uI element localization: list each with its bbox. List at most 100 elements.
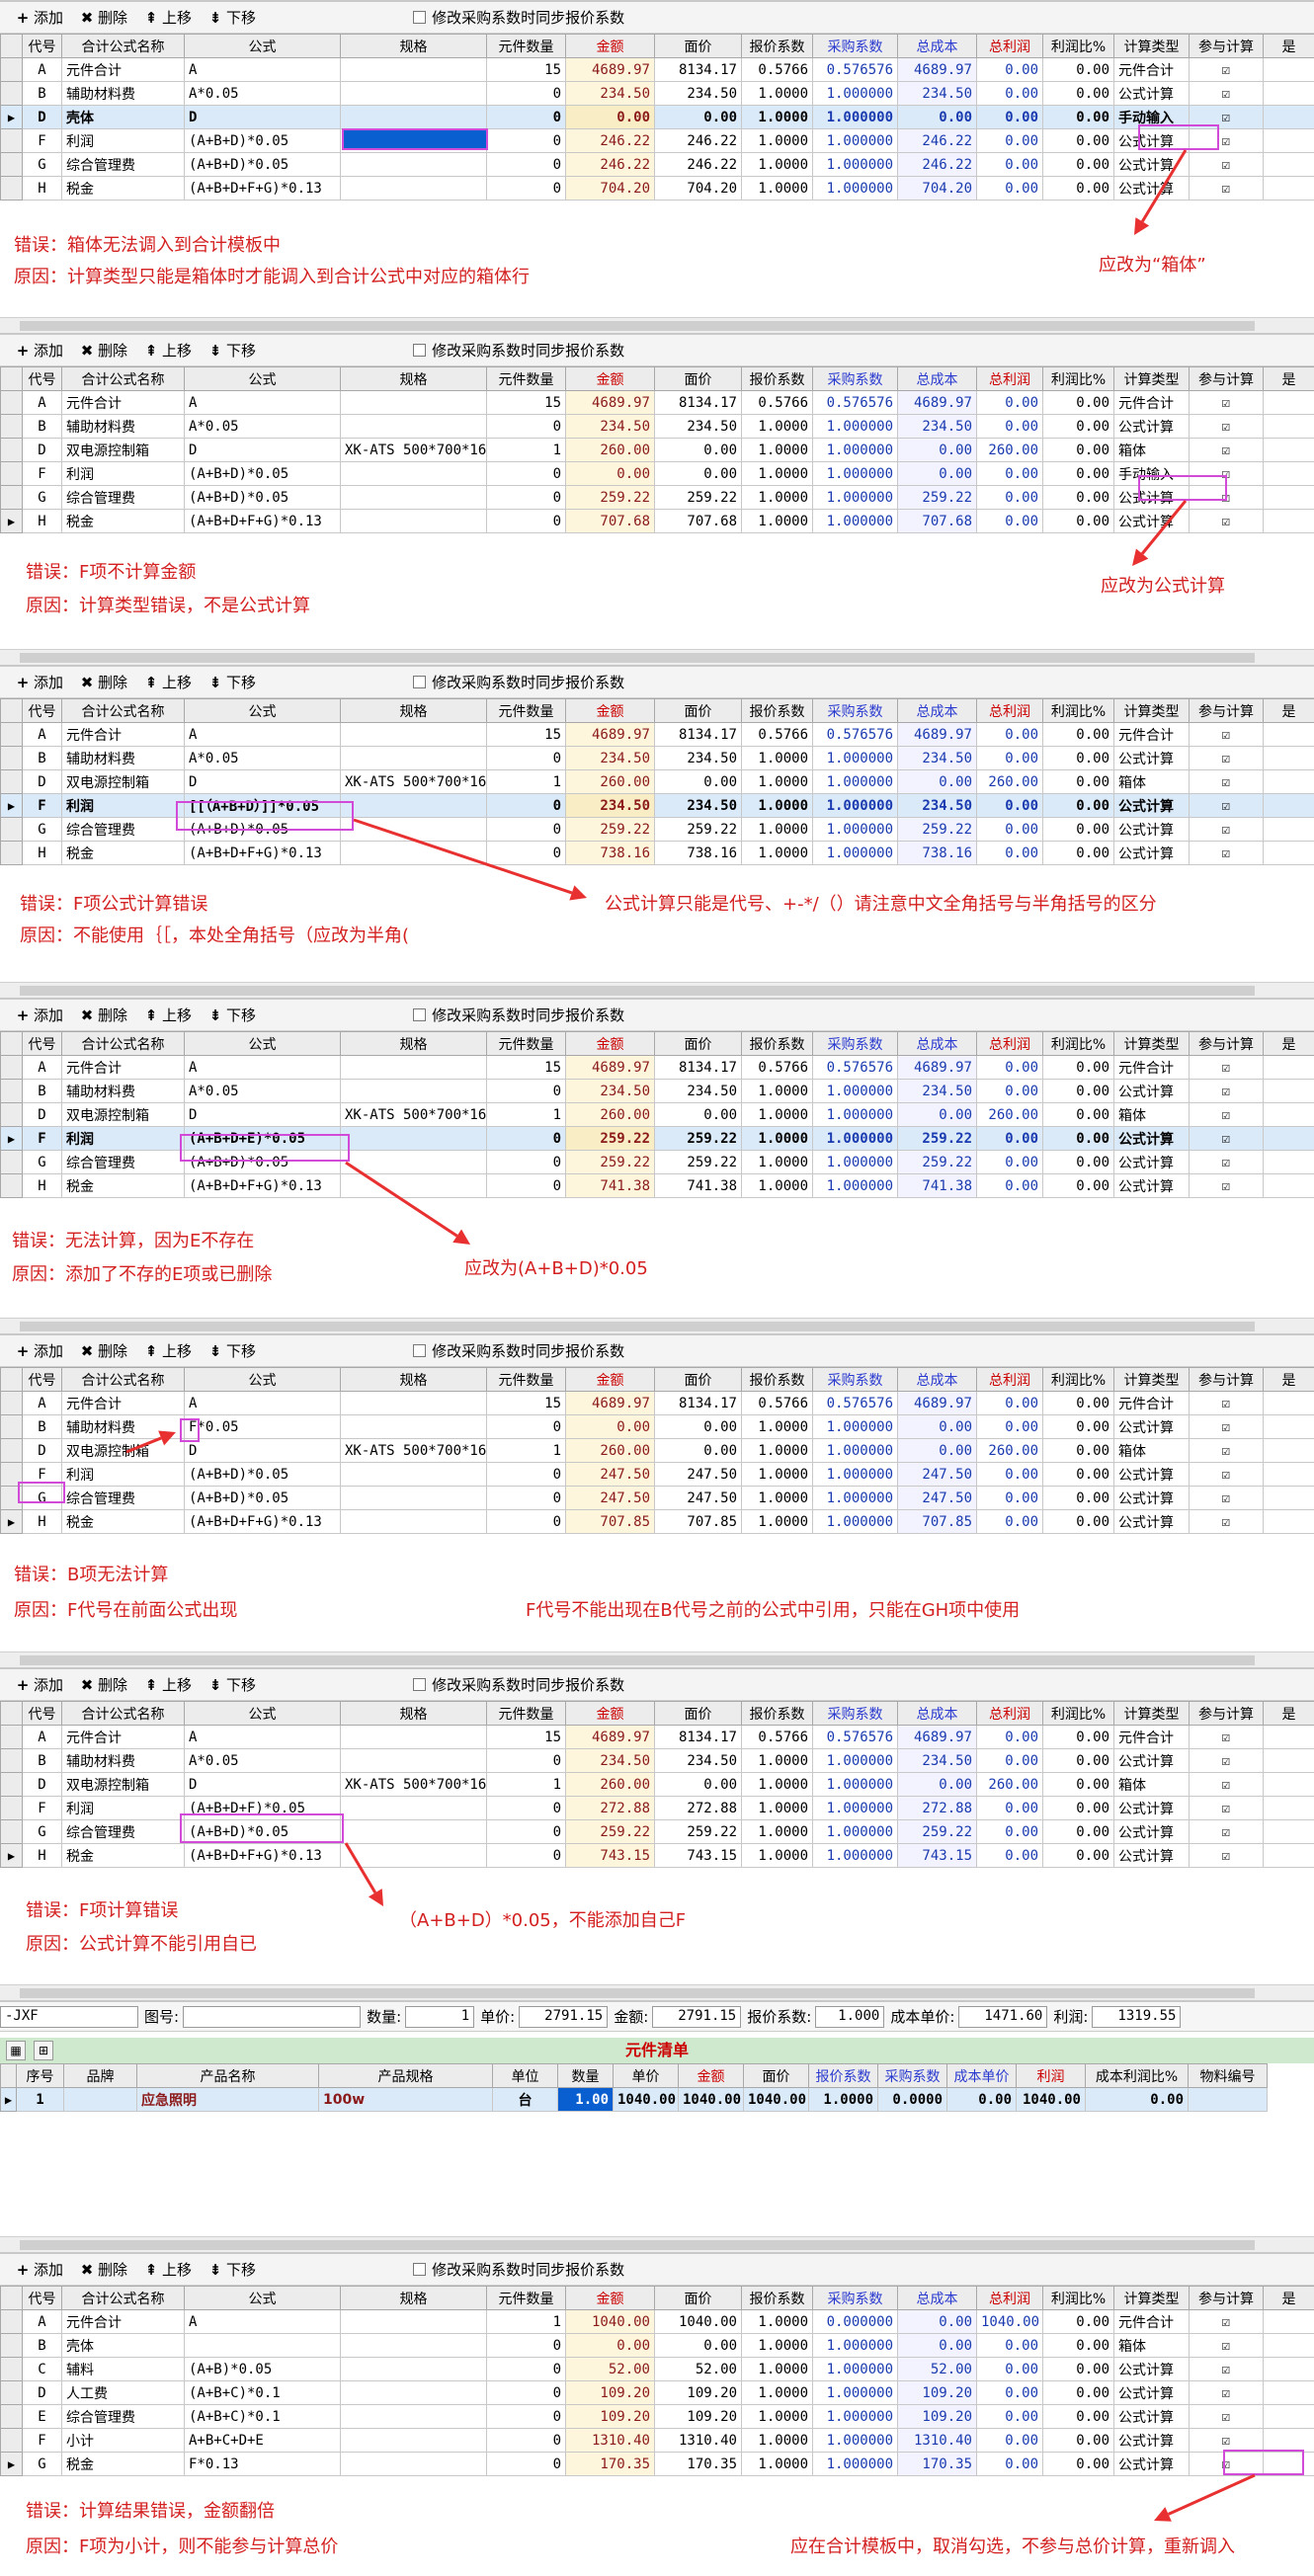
cell-qty[interactable]: 0 (486, 128, 566, 153)
cell-formula[interactable]: A (184, 1725, 341, 1749)
participate-cell[interactable]: ☑ (1189, 769, 1264, 794)
column-header[interactable]: 公式 (184, 1031, 341, 1056)
cell-name[interactable]: 元件合计 (61, 2309, 185, 2334)
column-header[interactable]: 总成本 (897, 698, 977, 723)
column-header[interactable]: 计算类型 (1113, 1701, 1190, 1726)
table-row[interactable]: D 双电源控制箱 D XK-ATS 500*700*160 1 260.00 0.00 1.0… (0, 1772, 1314, 1797)
table-row[interactable]: ▶ H 税金 (A+B+D+F+G)*0.13 0 743.15 743.15 1.0000 1… (0, 1843, 1314, 1868)
participate-cell[interactable]: ☑ (1189, 390, 1264, 415)
participate-cell[interactable]: ☑ (1189, 1796, 1264, 1820)
column-header[interactable]: 数量 (557, 2063, 614, 2088)
cell-qty[interactable]: 1 (486, 438, 566, 462)
table-row[interactable]: F 利润 (A+B+D)*0.05 0 0.00 0.00 1.0000 1.000000 0.… (0, 461, 1314, 486)
cell-formula[interactable]: A (184, 57, 341, 82)
grid-icon[interactable]: ▦ (6, 2041, 26, 2060)
cell-qty[interactable]: 15 (486, 1055, 566, 1080)
cell-qty[interactable]: 0 (486, 176, 566, 201)
cell-name[interactable]: 税金 (61, 176, 185, 201)
cell-formula[interactable]: A (184, 2309, 341, 2334)
cell-formula[interactable]: A*0.05 (184, 1079, 341, 1103)
cell-qty[interactable]: 0 (486, 1414, 566, 1439)
delete-button[interactable]: ✖ 删除 (72, 1338, 134, 1364)
horizontal-scrollbar[interactable] (0, 1318, 1314, 1333)
column-header[interactable]: 报价系数 (808, 2063, 878, 2088)
column-header[interactable]: 面价 (654, 2286, 742, 2310)
cell-name[interactable]: 利润 (61, 1796, 185, 1820)
cell-formula[interactable]: A (184, 1055, 341, 1080)
cell-qty[interactable]: 0 (486, 414, 566, 439)
cell-name[interactable]: 双电源控制箱 (61, 1772, 185, 1797)
cell-qty[interactable]: 0 (486, 461, 566, 486)
cell-qty[interactable]: 0 (486, 1486, 566, 1510)
table-row[interactable]: B 辅助材料费 A*0.05 0 234.50 234.50 1.0000 1.000000 2… (0, 746, 1314, 770)
cell-name[interactable]: 利润 (61, 1126, 185, 1151)
column-header[interactable]: 总成本 (897, 2286, 977, 2310)
column-header[interactable]: 参与计算 (1189, 366, 1264, 391)
cell-ctype[interactable]: 公式计算 (1113, 1748, 1190, 1773)
cell-name[interactable]: 辅助材料费 (61, 414, 185, 439)
participate-cell[interactable]: ☑ (1189, 1462, 1264, 1487)
cell-name[interactable]: 元件合计 (61, 1725, 185, 1749)
cell-quote[interactable]: 1.0000 (808, 2087, 878, 2112)
cell-formula[interactable]: (A+B+D+F+G)*0.13 (184, 1843, 341, 1868)
table-row[interactable]: D 双电源控制箱 D XK-ATS 500*700*160 1 260.00 0.00 1.0… (0, 438, 1314, 462)
cell-name[interactable]: 综合管理费 (61, 1150, 185, 1174)
scrollbar-thumb[interactable] (20, 1988, 1255, 1998)
column-header[interactable]: 公式 (184, 1701, 341, 1726)
cell-formula[interactable]: F*0.13 (184, 2452, 341, 2476)
column-header[interactable]: 计算类型 (1113, 698, 1190, 723)
move-up-button[interactable]: ⇞ 上移 (136, 670, 199, 695)
column-header[interactable]: 元件数量 (486, 1701, 566, 1726)
column-header[interactable]: 面价 (654, 698, 742, 723)
table-row[interactable]: A 元件合计 A 15 4689.97 8134.17 0.5766 0.576576 4689… (0, 722, 1314, 747)
column-header[interactable]: 总利润 (976, 366, 1043, 391)
scrollbar-thumb[interactable] (20, 1322, 1255, 1331)
cell-ctype[interactable]: 公式计算 (1113, 1079, 1190, 1103)
cell-ctype[interactable]: 公式计算 (1113, 1462, 1190, 1487)
column-header[interactable]: 利润比% (1042, 1031, 1114, 1056)
cell-qty[interactable]: 0 (486, 1819, 566, 1844)
delete-button[interactable]: ✖ 删除 (72, 338, 134, 363)
column-header[interactable]: 总成本 (897, 34, 977, 58)
horizontal-scrollbar[interactable] (0, 982, 1314, 998)
participate-cell[interactable]: ☑ (1189, 2333, 1264, 2358)
column-header[interactable]: 总利润 (976, 1367, 1043, 1392)
column-header[interactable]: 计算类型 (1113, 1031, 1190, 1056)
column-header[interactable]: 面价 (654, 34, 742, 58)
column-header[interactable]: 面价 (654, 1031, 742, 1056)
unit-price-field[interactable]: 2791.15 (519, 2005, 609, 2028)
delete-button[interactable]: ✖ 删除 (72, 5, 134, 31)
column-header[interactable]: 报价系数 (741, 1701, 813, 1726)
cell-formula[interactable]: A (184, 1391, 341, 1415)
column-header[interactable]: 采购系数 (877, 2063, 947, 2088)
cell-name[interactable]: 元件合计 (61, 722, 185, 747)
move-down-button[interactable]: ⇟ 下移 (201, 338, 263, 363)
participate-cell[interactable]: ☑ (1189, 1438, 1264, 1463)
cell-ctype[interactable]: 公式计算 (1113, 176, 1190, 201)
cell-name[interactable]: 综合管理费 (61, 152, 185, 177)
participate-cell[interactable]: ☑ (1189, 1150, 1264, 1174)
column-header[interactable]: 代号 (22, 1031, 62, 1056)
column-header[interactable]: 是 (1263, 1031, 1314, 1056)
quantity-select[interactable]: 1 (405, 2005, 475, 2028)
cell-formula[interactable]: A+B+C+D+E (184, 2428, 341, 2453)
checkbox-box[interactable] (413, 1678, 427, 1691)
cell-formula[interactable]: (A+B+D)*0.05 (184, 128, 341, 153)
cell-ctype[interactable]: 元件合计 (1113, 57, 1190, 82)
cell-formula[interactable]: (A+B+D)*0.05 (184, 1486, 341, 1510)
table-row[interactable]: B 辅助材料费 A*0.05 0 234.50 234.50 1.0000 1.000000 2… (0, 1079, 1314, 1103)
column-header[interactable]: 公式 (184, 1367, 341, 1392)
cell-name[interactable]: 辅助材料费 (61, 81, 185, 106)
column-header[interactable]: 参与计算 (1189, 1701, 1264, 1726)
column-header[interactable]: 参与计算 (1189, 2286, 1264, 2310)
add-button[interactable]: + 添加 (8, 5, 70, 31)
column-header[interactable]: 成本利润比% (1085, 2063, 1189, 2088)
cell-amount[interactable]: 1040.00 (678, 2087, 744, 2112)
add-button[interactable]: + 添加 (8, 338, 70, 363)
column-header[interactable]: 面价 (654, 1367, 742, 1392)
cell-formula[interactable]: A (184, 722, 341, 747)
cell-qty[interactable]: 0 (486, 1150, 566, 1174)
cell-formula[interactable]: A*0.05 (184, 746, 341, 770)
cell-formula[interactable]: (A+B+D)*0.05 (184, 485, 341, 510)
column-header[interactable]: 金额 (565, 1701, 655, 1726)
